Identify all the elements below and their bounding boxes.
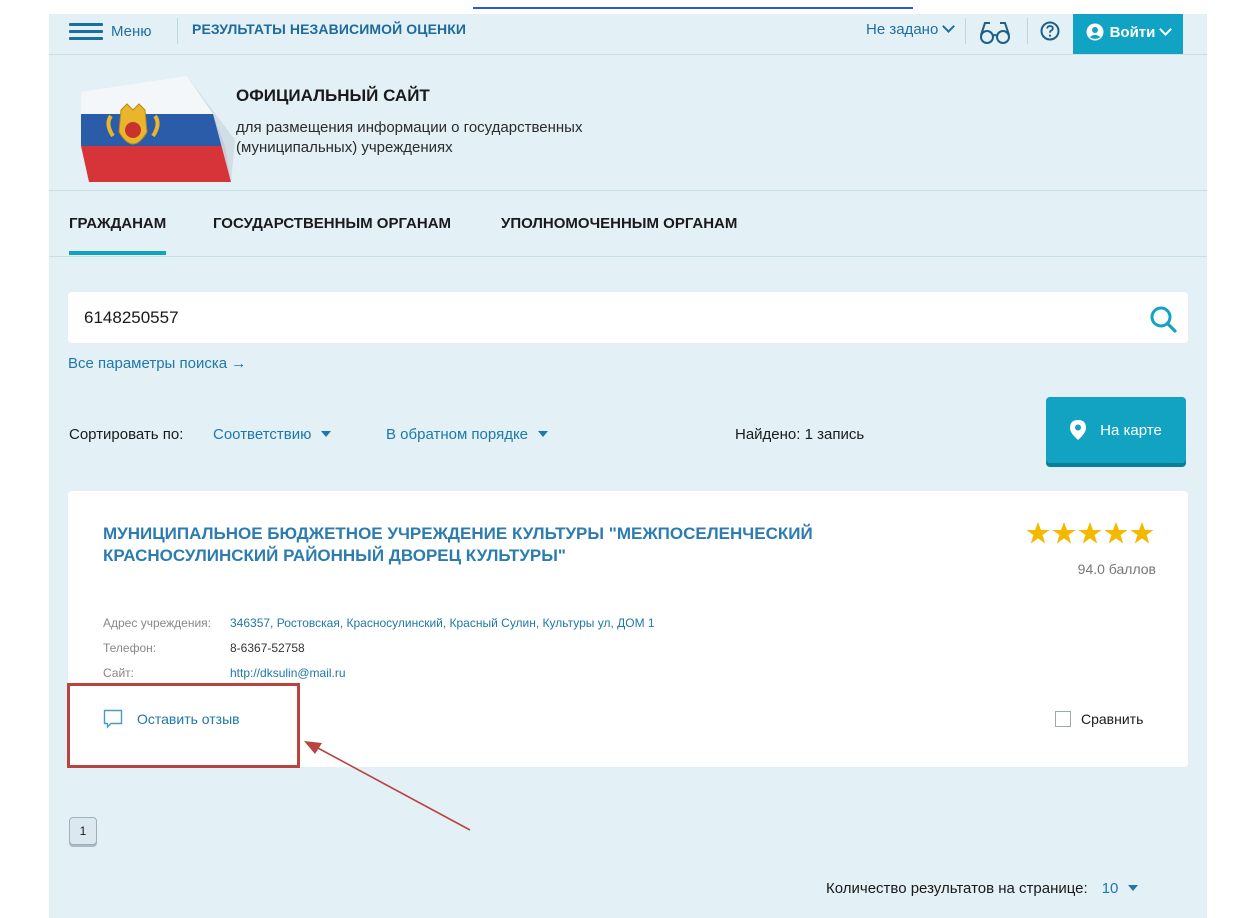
user-icon (1086, 23, 1104, 41)
document-hyperlink-underline[interactable] (473, 0, 913, 9)
address-value[interactable]: 346357, Ростовская, Красносулинский, Кра… (230, 616, 655, 630)
phone-label: Телефон: (103, 641, 157, 655)
region-label: Не задано (866, 21, 939, 38)
menu-label: Меню (111, 22, 152, 40)
site-title: ОФИЦИАЛЬНЫЙ САЙТ (236, 86, 430, 105)
sort-order-label: В обратном порядке (386, 426, 529, 443)
star-icon (1078, 522, 1102, 544)
help-icon[interactable] (1040, 21, 1060, 41)
divider (965, 18, 966, 44)
page: Меню РЕЗУЛЬТАТЫ НЕЗАВИСИМОЙ ОЦЕНКИ Не за… (49, 10, 1207, 918)
pagination-page-1[interactable]: 1 (69, 817, 97, 845)
glasses-icon[interactable] (977, 18, 1013, 46)
emblem-logo[interactable] (67, 74, 235, 184)
per-page-dropdown[interactable]: 10 (1102, 880, 1139, 897)
site-label: Сайт: (103, 666, 135, 680)
tab-citizens[interactable]: ГРАЖДАНАМ (69, 215, 167, 255)
per-page-value: 10 (1101, 880, 1119, 897)
chevron-down-icon (1159, 22, 1173, 36)
search-input[interactable] (68, 292, 1128, 343)
document-text-line (0, 0, 1238, 14)
compare-checkbox[interactable]: Сравнить (1055, 707, 1143, 731)
map-button[interactable]: На карте (1046, 397, 1186, 463)
caret-down-icon (1128, 885, 1139, 891)
address-label: Адрес учреждения: (103, 616, 212, 630)
advanced-search-link[interactable]: Все параметры поиска → (68, 355, 246, 372)
site-subtitle: для размещения информации о государствен… (236, 119, 583, 156)
star-icon (1104, 522, 1128, 544)
chevron-down-icon (942, 20, 956, 33)
star-icon (1052, 522, 1076, 544)
tab-authorized-bodies[interactable]: УПОЛНОМОЧЕННЫМ ОРГАНАМ (501, 215, 737, 232)
divider (177, 18, 178, 44)
phone-row: Телефон: 8-6367-52758 (103, 641, 305, 655)
per-page-label: Количество результатов на странице: (826, 880, 1088, 897)
annotation-highlight-box (67, 683, 300, 768)
map-pin-icon (1070, 420, 1087, 440)
site-link[interactable]: http://dksulin@mail.ru (230, 666, 346, 680)
login-button[interactable]: Войти (1073, 10, 1183, 54)
tab-government-bodies[interactable]: ГОСУДАРСТВЕННЫМ ОРГАНАМ (213, 215, 451, 232)
divider (49, 256, 1207, 257)
map-button-label: На карте (1100, 421, 1162, 439)
star-icon (1026, 522, 1050, 544)
search-icon[interactable] (1149, 305, 1177, 333)
section-title[interactable]: РЕЗУЛЬТАТЫ НЕЗАВИСИМОЙ ОЦЕНКИ (192, 21, 466, 37)
divider (49, 190, 1207, 191)
top-bar: Меню РЕЗУЛЬТАТЫ НЕЗАВИСИМОЙ ОЦЕНКИ Не за… (49, 10, 1207, 54)
compare-label: Сравнить (1081, 711, 1144, 727)
sort-label: Сортировать по: (69, 426, 184, 443)
divider (49, 54, 1207, 55)
rating-score: 94.0 баллов (1077, 561, 1156, 577)
address-row: Адрес учреждения: 346357, Ростовская, Кра… (103, 616, 655, 630)
star-icon (1130, 522, 1154, 544)
phone-value: 8-6367-52758 (230, 641, 305, 655)
search-box (68, 292, 1188, 343)
checkbox-box[interactable] (1055, 711, 1071, 727)
results-per-page: Количество результатов на странице: 10 (826, 880, 1139, 897)
results-count: Найдено: 1 запись (735, 426, 865, 443)
hamburger-icon (69, 23, 103, 40)
caret-down-icon (321, 431, 332, 437)
login-label: Войти (1109, 23, 1156, 41)
menu-button[interactable]: Меню (69, 14, 152, 48)
caret-down-icon (538, 431, 549, 437)
rating-stars (1026, 522, 1154, 544)
organization-name-link[interactable]: МУНИЦИПАЛЬНОЕ БЮДЖЕТНОЕ УЧРЕЖДЕНИЕ КУЛЬТ… (103, 523, 923, 567)
sort-field-label: Соответствию (213, 426, 312, 443)
divider (1027, 18, 1028, 44)
site-row: Сайт: http://dksulin@mail.ru (103, 666, 346, 680)
region-selector[interactable]: Не задано (866, 20, 956, 38)
sort-field-dropdown[interactable]: Соответствию (213, 426, 332, 443)
sort-order-dropdown[interactable]: В обратном порядке (386, 426, 549, 443)
